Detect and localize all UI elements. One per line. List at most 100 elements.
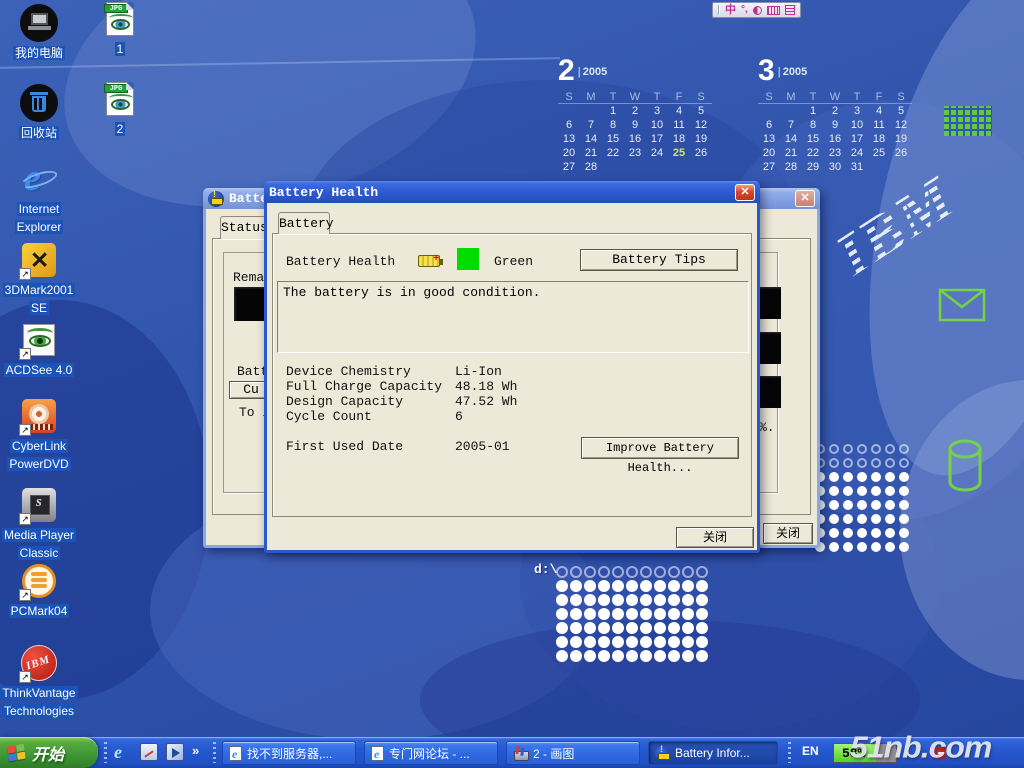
close-button[interactable]: 关闭 <box>676 527 754 548</box>
calendar-day: 1 <box>802 104 824 118</box>
ime-keyboard-icon[interactable] <box>767 6 780 15</box>
dot <box>556 636 568 648</box>
calendar-today: 25 <box>668 146 690 160</box>
info-value: 48.18 Wh <box>455 380 517 394</box>
toolbar-grip[interactable] <box>213 742 216 763</box>
dot <box>654 594 666 606</box>
dot-ring <box>871 458 881 468</box>
dot <box>899 500 909 510</box>
toolbar-grip[interactable] <box>104 742 107 763</box>
tray-grip[interactable] <box>788 742 791 763</box>
media-player-classic-icon <box>20 486 58 524</box>
taskbar-button-ie-1[interactable]: 找不到服务器,... <box>222 741 356 765</box>
dot <box>598 608 610 620</box>
database-cylinder-icon <box>944 438 986 494</box>
taskbar-button-paint[interactable]: 2 - 画图 <box>506 741 640 765</box>
calendar-weekday-header: T <box>846 90 868 104</box>
desktop-icon-acdsee[interactable]: ACDSee 4.0 <box>0 321 78 379</box>
dot <box>640 622 652 634</box>
desktop-file-jpg-2[interactable]: JPG 2 <box>98 82 142 138</box>
close-icon[interactable]: ✕ <box>735 184 755 201</box>
jpg-tag: JPG <box>104 4 128 13</box>
battery-health-label: Battery Health <box>286 255 395 269</box>
desktop-icon-pcmark04[interactable]: PCMark04 <box>0 562 78 620</box>
ime-punctuation-icon[interactable]: °, <box>741 5 748 15</box>
shortcut-arrow-icon <box>19 589 31 601</box>
calendar-day <box>580 104 602 118</box>
quicklaunch-ie-icon[interactable] <box>114 743 132 761</box>
desktop-file-jpg-1[interactable]: JPG 1 <box>98 2 142 58</box>
dot <box>626 580 638 592</box>
calendar-day: 17 <box>646 132 668 146</box>
icon-label: 回收站 <box>19 126 59 140</box>
dot <box>598 636 610 648</box>
tab-status[interactable]: Status <box>220 216 268 239</box>
desktop-icon-media-player-classic[interactable]: Media Player Classic <box>0 486 78 562</box>
calendar-march: 3 2005 SMTWTFS12345678910111213141516171… <box>758 56 928 174</box>
battery-tips-button[interactable]: Battery Tips <box>580 249 738 271</box>
ime-grip-handle[interactable] <box>718 5 720 15</box>
dot <box>570 622 582 634</box>
dot-ring <box>570 566 582 578</box>
calendar-day: 14 <box>580 132 602 146</box>
start-button[interactable]: 开始 <box>0 737 98 768</box>
taskbar-button-ie-2[interactable]: 专门网论坛 - ... <box>364 741 498 765</box>
dot <box>871 486 881 496</box>
language-indicator[interactable]: EN <box>802 744 819 758</box>
ime-mode-icon[interactable]: 中 <box>725 5 736 16</box>
taskbar-button-battery-info[interactable]: Battery Infor... <box>648 741 778 765</box>
dot <box>857 472 867 482</box>
recycle-bin-icon <box>20 84 58 122</box>
calendar-day: 12 <box>890 118 912 132</box>
acdsee-icon <box>20 321 58 359</box>
taskbar-button-label: 专门网论坛 - ... <box>389 745 470 762</box>
tray-status-icon[interactable] <box>936 747 946 759</box>
ime-language-bar[interactable]: 中 °, <box>712 2 801 18</box>
calendar-day: 25 <box>868 146 890 160</box>
ime-fullwidth-icon[interactable] <box>753 6 762 15</box>
health-status-color-box <box>457 248 479 270</box>
dialog-titlebar[interactable]: Battery Health ✕ <box>264 181 760 203</box>
dot <box>584 622 596 634</box>
improve-battery-health-button[interactable]: Improve Battery Health... <box>581 437 739 459</box>
tab-battery[interactable]: Battery <box>278 212 330 234</box>
quicklaunch-show-desktop-icon[interactable] <box>140 743 158 761</box>
dot-ring <box>598 566 610 578</box>
dot <box>843 514 853 524</box>
dot-ring <box>829 458 839 468</box>
dot-ring <box>696 566 708 578</box>
desktop-icon-recycle-bin[interactable]: 回收站 <box>0 84 78 142</box>
dot <box>640 594 652 606</box>
close-button[interactable]: 关闭 <box>763 523 813 544</box>
first-used-value: 2005-01 <box>455 440 510 454</box>
desktop-icon-powerdvd[interactable]: CyberLink PowerDVD <box>0 397 78 473</box>
calendar-day: 22 <box>802 146 824 160</box>
calendar-weekday-header: F <box>668 90 690 104</box>
dot <box>682 580 694 592</box>
desktop-icon-internet-explorer[interactable]: e Internet Explorer <box>0 160 78 236</box>
dot <box>626 608 638 620</box>
dot <box>682 608 694 620</box>
calendar-day: 11 <box>868 118 890 132</box>
ime-menu-icon[interactable] <box>785 5 795 15</box>
calendar-day: 2 <box>624 104 646 118</box>
quicklaunch-media-player-icon[interactable] <box>166 743 184 761</box>
battery-glyph-icon <box>418 255 440 267</box>
calendar-day: 7 <box>580 118 602 132</box>
calendar-year: 2005 <box>778 66 808 78</box>
desktop-icon-3dmark2001[interactable]: 3DMark2001 SE <box>0 241 78 317</box>
tray-battery-meter[interactable]: 58% <box>833 743 897 763</box>
calendar-weekday-header: S <box>758 90 780 104</box>
calendar-day: 9 <box>624 118 646 132</box>
dot-ring <box>584 566 596 578</box>
dot <box>598 580 610 592</box>
quicklaunch-overflow-chevron[interactable]: » <box>192 743 199 758</box>
calendar-day: 2 <box>824 104 846 118</box>
dot <box>640 580 652 592</box>
desktop-icon-thinkvantage[interactable]: ThinkVantage Technologies <box>0 644 78 720</box>
condition-textbox[interactable]: The battery is in good condition. <box>277 281 749 353</box>
close-icon[interactable]: ✕ <box>795 190 815 207</box>
info-label: Cycle Count <box>286 410 372 424</box>
window-title: Batte <box>229 191 268 206</box>
desktop-icon-my-computer[interactable]: 我的电脑 <box>0 4 78 62</box>
